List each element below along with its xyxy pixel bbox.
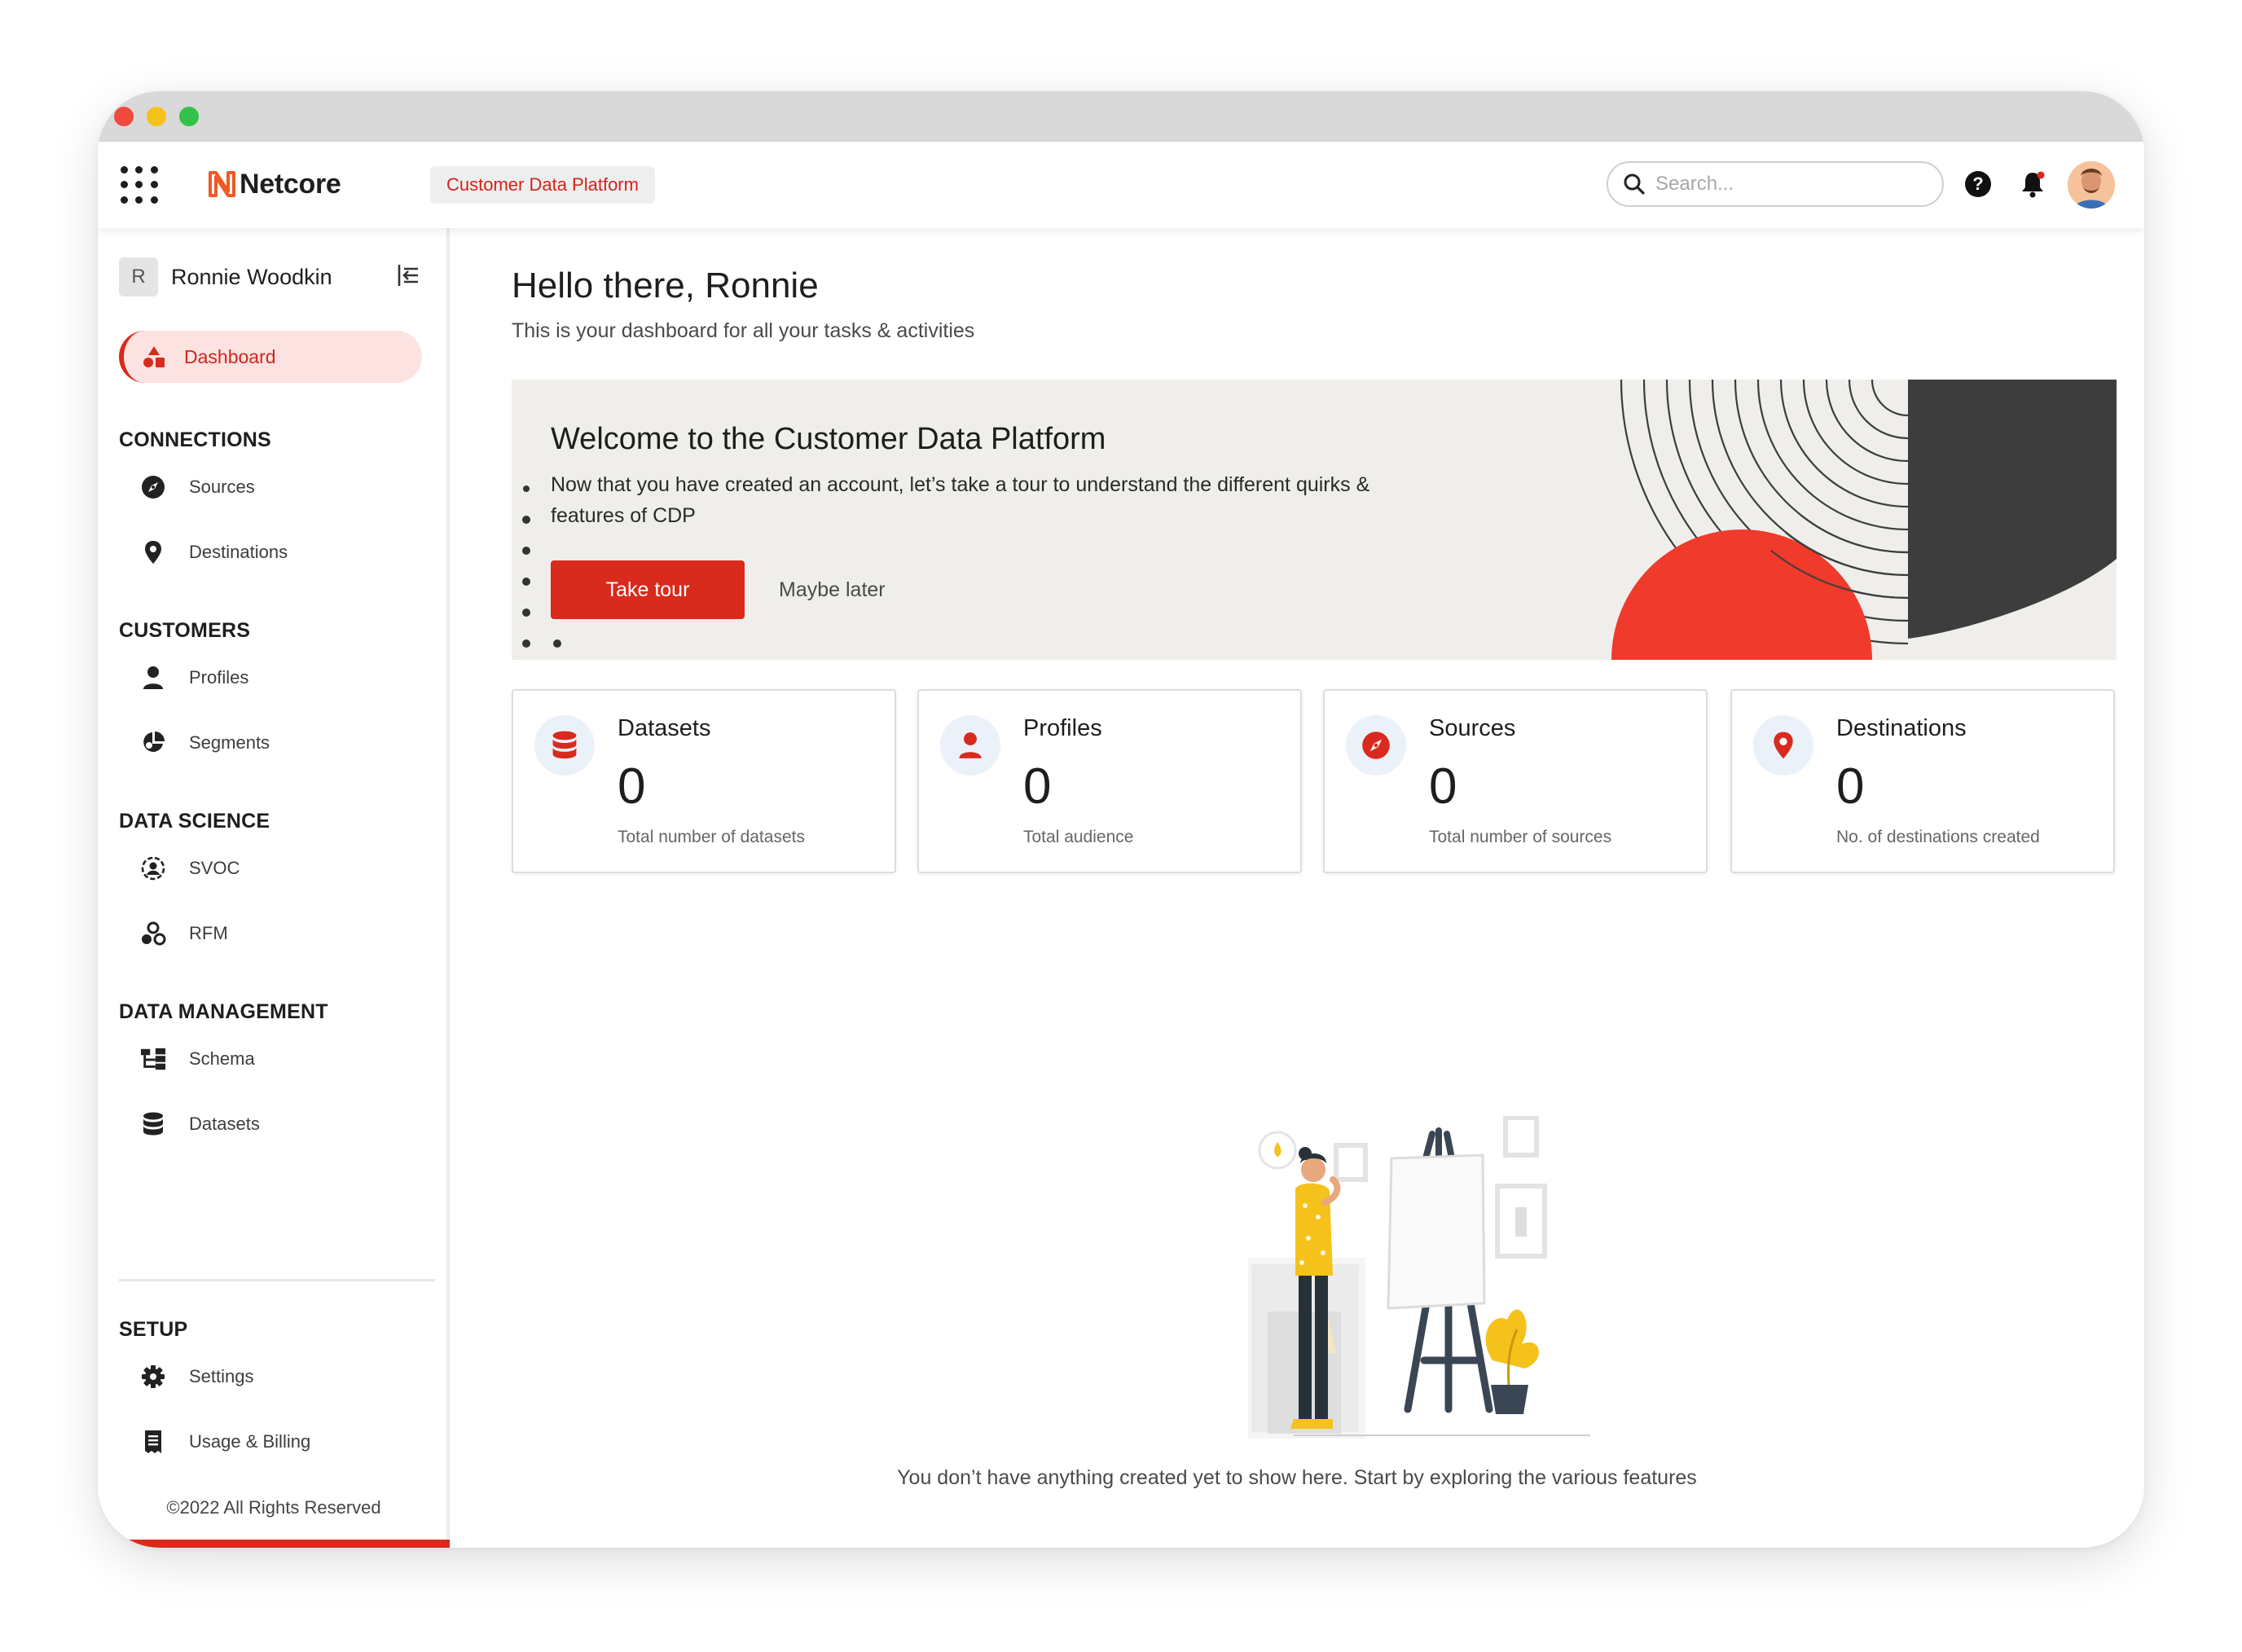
sidebar-item-destinations[interactable]: Destinations <box>140 536 288 569</box>
sidebar-item-schema[interactable]: Schema <box>140 1043 255 1075</box>
card-value: 0 <box>1429 758 1457 815</box>
receipt-icon <box>140 1429 166 1455</box>
database-icon <box>534 715 595 775</box>
help-icon[interactable]: ? <box>1965 171 1991 197</box>
banner-text: Now that you have created an account, le… <box>551 473 1370 527</box>
rfm-icon <box>140 920 166 947</box>
search-icon <box>1624 174 1645 195</box>
section-title-data-science: DATA SCIENCE <box>119 810 270 833</box>
card-title: Sources <box>1429 715 1516 741</box>
database-icon <box>140 1111 166 1137</box>
sidebar-item-label: Schema <box>189 1048 255 1069</box>
section-title-customers: CUSTOMERS <box>119 619 251 642</box>
window-close-button[interactable] <box>114 107 134 126</box>
apps-grid-icon[interactable] <box>119 165 160 205</box>
user-name: Ronnie Woodkin <box>171 264 332 289</box>
sidebar: R Ronnie Woodkin Dashboard CONNECTIONS S… <box>98 228 450 1548</box>
sidebar-item-label: Destinations <box>189 542 288 562</box>
user-initial-badge: R <box>119 257 158 297</box>
stat-card-profiles[interactable]: Profiles 0 Total audience <box>917 689 1302 873</box>
netcore-logo[interactable]: Netcore <box>207 166 341 202</box>
sidebar-item-svoc[interactable]: SVOC <box>140 852 240 885</box>
search-box[interactable] <box>1607 161 1944 207</box>
card-title: Datasets <box>618 715 711 741</box>
card-value: 0 <box>618 758 646 815</box>
page-subtitle: This is your dashboard for all your task… <box>512 319 975 342</box>
copyright-text: ©2022 All Rights Reserved <box>166 1497 381 1518</box>
sidebar-item-label: RFM <box>189 923 228 943</box>
sidebar-item-label: Profiles <box>189 667 249 688</box>
empty-state-message: You don’t have anything created yet to s… <box>897 1466 1697 1489</box>
collapse-sidebar-icon[interactable] <box>396 262 420 288</box>
sidebar-accent-bar <box>98 1540 450 1548</box>
sidebar-item-profiles[interactable]: Profiles <box>140 661 248 694</box>
card-description: Total number of datasets <box>618 828 805 846</box>
gear-icon <box>140 1364 166 1390</box>
banner-title: Welcome to the Customer Data Platform <box>551 422 1106 456</box>
maybe-later-button[interactable]: Maybe later <box>761 560 903 619</box>
card-value: 0 <box>1023 758 1052 815</box>
window-maximize-button[interactable] <box>179 107 199 126</box>
window-titlebar <box>98 91 2144 142</box>
product-switcher[interactable]: Customer Data Platform <box>430 166 655 204</box>
sidebar-item-segments[interactable]: Segments <box>140 727 270 759</box>
avatar[interactable] <box>2068 161 2115 209</box>
logo-text: Netcore <box>240 168 341 200</box>
compass-icon <box>140 474 166 500</box>
sidebar-divider <box>119 1279 435 1281</box>
sidebar-item-settings[interactable]: Settings <box>140 1360 254 1393</box>
page-title: Hello there, Ronnie <box>512 266 819 305</box>
location-pin-icon <box>1753 715 1813 775</box>
schema-icon <box>140 1046 166 1072</box>
stat-card-destinations[interactable]: Destinations 0 No. of destinations creat… <box>1730 689 2115 873</box>
empty-state-illustration <box>1248 1116 1590 1439</box>
card-description: Total audience <box>1023 828 1134 846</box>
compass-icon <box>1346 715 1406 775</box>
sidebar-item-label: Sources <box>189 477 255 497</box>
location-pin-icon <box>140 539 166 565</box>
stat-card-sources[interactable]: Sources 0 Total number of sources <box>1323 689 1708 873</box>
card-description: No. of destinations created <box>1836 828 2040 846</box>
sidebar-item-label: Dashboard <box>184 345 276 367</box>
sidebar-item-label: Usage & Billing <box>189 1431 311 1452</box>
search-input[interactable] <box>1655 173 1916 196</box>
sidebar-item-label: Datasets <box>189 1114 260 1134</box>
user-info[interactable]: R Ronnie Woodkin <box>119 257 332 297</box>
segments-icon <box>140 730 166 756</box>
sidebar-item-datasets[interactable]: Datasets <box>140 1108 260 1140</box>
sidebar-item-label: Segments <box>189 732 270 753</box>
sidebar-item-label: SVOC <box>189 858 240 878</box>
sidebar-item-usage-billing[interactable]: Usage & Billing <box>140 1426 310 1458</box>
netcore-logo-mark <box>209 171 235 197</box>
take-tour-button[interactable]: Take tour <box>551 560 745 619</box>
section-title-data-management: DATA MANAGEMENT <box>119 1000 328 1023</box>
person-icon <box>940 715 1000 775</box>
top-navbar: Netcore Customer Data Platform ? <box>98 142 2144 228</box>
welcome-banner: Welcome to the Customer Data Platform No… <box>512 380 2117 660</box>
card-title: Profiles <box>1023 715 1102 741</box>
card-value: 0 <box>1836 758 1865 815</box>
stat-card-datasets[interactable]: Datasets 0 Total number of datasets <box>512 689 896 873</box>
sidebar-item-rfm[interactable]: RFM <box>140 917 228 950</box>
sidebar-item-sources[interactable]: Sources <box>140 471 255 503</box>
main-content: Hello there, Ronnie This is your dashboa… <box>450 228 2144 1548</box>
dashboard-icon <box>143 346 165 367</box>
card-title: Destinations <box>1836 715 1967 741</box>
svoc-icon <box>140 855 166 881</box>
bell-icon[interactable] <box>2019 169 2046 199</box>
section-title-connections: CONNECTIONS <box>119 428 271 451</box>
avatar-image <box>2068 161 2115 209</box>
card-description: Total number of sources <box>1429 828 1612 846</box>
section-title-setup: SETUP <box>119 1318 188 1341</box>
person-icon <box>140 665 166 691</box>
sidebar-item-dashboard[interactable]: Dashboard <box>119 331 422 383</box>
window-minimize-button[interactable] <box>147 107 166 126</box>
banner-decorative-art <box>1611 380 2117 660</box>
sidebar-item-label: Settings <box>189 1366 254 1386</box>
app-window: Netcore Customer Data Platform ? <box>98 91 2144 1548</box>
